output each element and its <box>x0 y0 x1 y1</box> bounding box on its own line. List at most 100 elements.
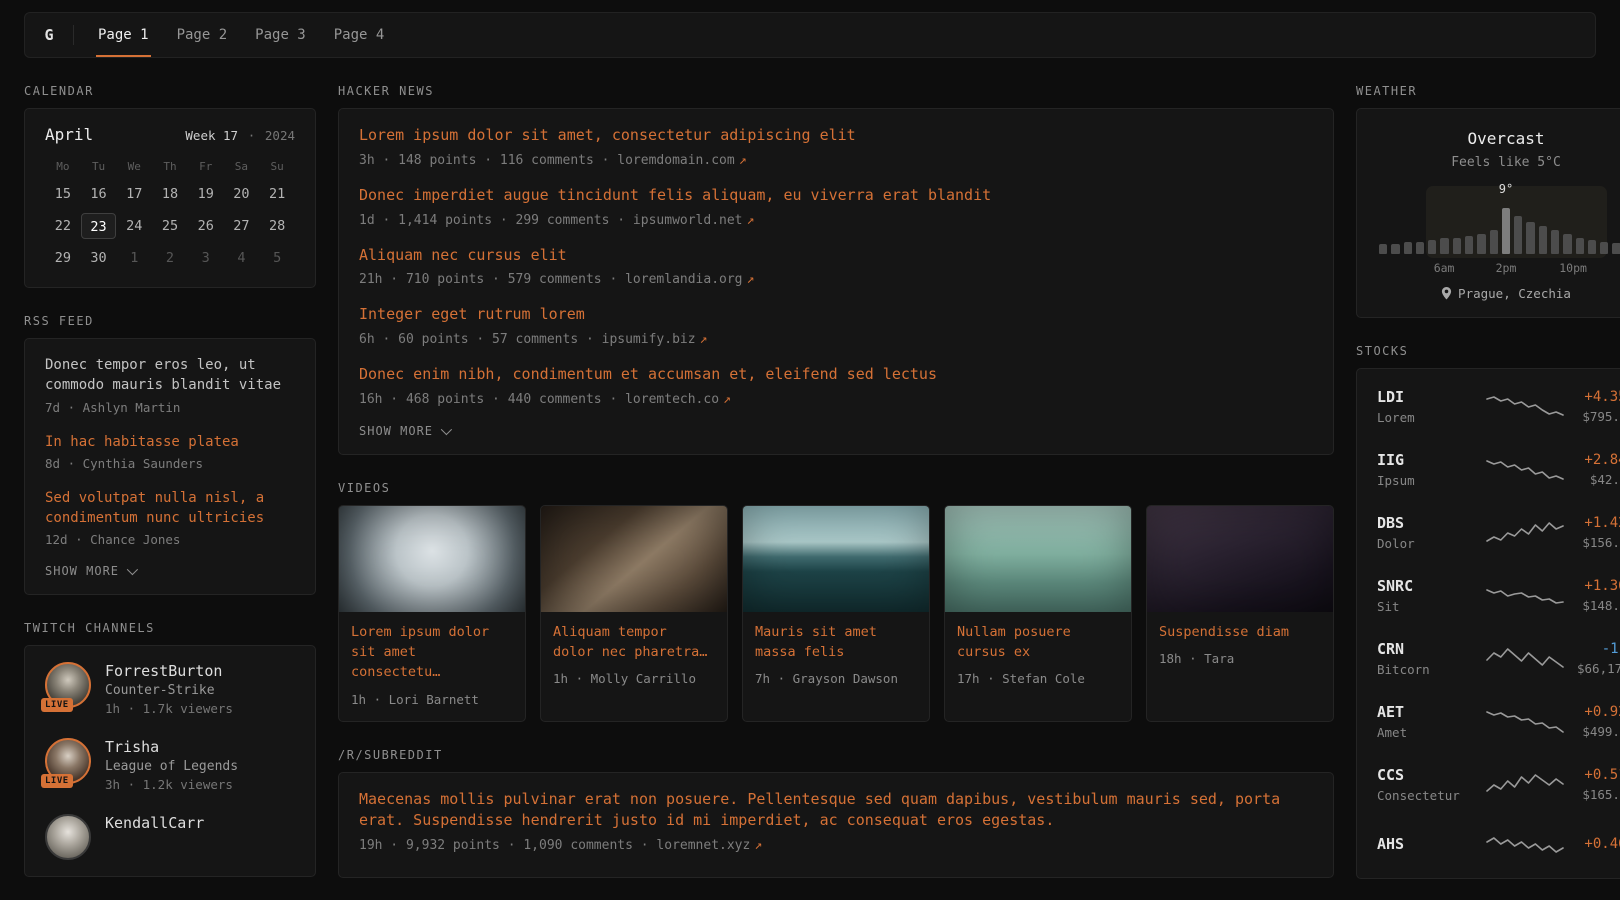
video-thumbnail <box>945 506 1131 612</box>
calendar-day: 19 <box>188 181 224 207</box>
rss-item-title[interactable]: Sed volutpat nulla nisl, a condimentum n… <box>45 488 295 529</box>
weather-bar <box>1490 230 1498 254</box>
tab-page-1[interactable]: Page 1 <box>84 13 163 57</box>
rss-item-title[interactable]: In hac habitasse platea <box>45 432 295 452</box>
stock-row[interactable]: AHS +0.46% <box>1377 816 1620 872</box>
weather-bar <box>1465 236 1473 254</box>
rss-section: RSS FEED Donec tempor eros leo, ut commo… <box>24 314 316 595</box>
stock-sparkline <box>1483 392 1567 422</box>
reddit-item-meta: 19h · 9,932 points · 1,090 comments · lo… <box>359 838 1313 853</box>
video-card[interactable]: Mauris sit amet massa felis 7h · Grayson… <box>742 505 930 722</box>
chevron-down-icon <box>441 424 452 435</box>
weather-bar <box>1551 230 1559 254</box>
channel-name: ForrestBurton <box>105 662 233 680</box>
calendar-day: 15 <box>45 181 81 207</box>
weather-bar <box>1576 238 1584 254</box>
rss-show-more-label: SHOW MORE <box>45 564 119 578</box>
video-meta: 1h · Lori Barnett <box>351 692 513 707</box>
video-card[interactable]: Aliquam tempor dolor nec pharetra… 1h · … <box>540 505 728 722</box>
stock-sparkline <box>1483 644 1567 674</box>
rss-show-more-button[interactable]: SHOW MORE <box>45 564 295 578</box>
calendar-day-selected: 23 <box>81 213 117 239</box>
weather-bar <box>1416 242 1424 254</box>
weather-bar <box>1612 243 1620 254</box>
hn-show-more-button[interactable]: SHOW MORE <box>359 424 1313 438</box>
weather-chart: 9° 6am 2pm 10pm <box>1377 184 1620 276</box>
weather-condition: Overcast <box>1377 129 1620 148</box>
external-link-icon[interactable]: ↗ <box>747 272 755 287</box>
stock-change: +0.46% <box>1577 836 1620 852</box>
hn-item: Donec enim nibh, condimentum et accumsan… <box>359 364 1313 407</box>
rss-item: Sed volutpat nulla nisl, a condimentum n… <box>45 488 295 548</box>
stock-ticker: AET <box>1377 703 1473 721</box>
nav-divider <box>73 25 74 45</box>
calendar-day: 20 <box>224 181 260 207</box>
weather-time: 2pm <box>1496 261 1517 275</box>
calendar-day: 16 <box>81 181 117 207</box>
tab-page-2[interactable]: Page 2 <box>163 13 242 57</box>
weather-bar <box>1502 208 1510 254</box>
weather-bar <box>1539 226 1547 254</box>
dow-su: Su <box>259 160 295 173</box>
hn-item: Donec imperdiet augue tincidunt felis al… <box>359 185 1313 228</box>
external-link-icon[interactable]: ↗ <box>747 213 755 228</box>
rss-item-title[interactable]: Donec tempor eros leo, ut commodo mauris… <box>45 355 295 396</box>
stock-row[interactable]: IIG Ipsum +2.84% $42.04 <box>1377 438 1620 501</box>
weather-bar <box>1514 216 1522 254</box>
tab-page-3[interactable]: Page 3 <box>241 13 320 57</box>
video-card[interactable]: Nullam posuere cursus ex 17h · Stefan Co… <box>944 505 1132 722</box>
video-meta: 7h · Grayson Dawson <box>755 671 917 686</box>
stock-change: -1.00% <box>1577 641 1620 657</box>
right-column: WEATHER Overcast Feels like 5°C 9° 6am 2… <box>1356 84 1620 879</box>
external-link-icon[interactable]: ↗ <box>700 332 708 347</box>
calendar-year: 2024 <box>265 128 295 143</box>
dow-tu: Tu <box>81 160 117 173</box>
stock-sparkline <box>1483 829 1567 859</box>
weather-section: WEATHER Overcast Feels like 5°C 9° 6am 2… <box>1356 84 1620 318</box>
calendar-day: 21 <box>259 181 295 207</box>
video-title: Suspendisse diam <box>1159 622 1321 642</box>
stock-sparkline <box>1483 455 1567 485</box>
tab-page-4[interactable]: Page 4 <box>320 13 399 57</box>
video-title: Aliquam tempor dolor nec pharetra… <box>553 622 715 663</box>
video-card[interactable]: Lorem ipsum dolor sit amet consectetu… 1… <box>338 505 526 722</box>
weather-feels-like: Feels like 5°C <box>1377 155 1620 170</box>
subreddit-section-title: /R/SUBREDDIT <box>338 748 1334 762</box>
hn-item-title[interactable]: Integer eget rutrum lorem <box>359 304 1313 326</box>
external-link-icon[interactable]: ↗ <box>754 838 762 853</box>
stock-price: $156.28 <box>1577 535 1620 550</box>
external-link-icon[interactable]: ↗ <box>739 153 747 168</box>
stock-row[interactable]: LDI Lorem +4.35% $795.18 <box>1377 375 1620 438</box>
hn-item-title[interactable]: Aliquam nec cursus elit <box>359 245 1313 267</box>
stock-name: Sit <box>1377 599 1473 614</box>
stock-row[interactable]: CCS Consectetur +0.51% $165.84 <box>1377 753 1620 816</box>
channel-meta: 1h · 1.7k viewers <box>105 701 233 716</box>
hn-item-title[interactable]: Lorem ipsum dolor sit amet, consectetur … <box>359 125 1313 147</box>
reddit-item-title[interactable]: Maecenas mollis pulvinar erat non posuer… <box>359 789 1313 833</box>
video-card[interactable]: Suspendisse diam 18h · Tara <box>1146 505 1334 722</box>
videos-section-title: VIDEOS <box>338 481 1334 495</box>
stock-row[interactable]: AET Amet +0.92% $499.72 <box>1377 690 1620 753</box>
channel-meta: 3h · 1.2k viewers <box>105 777 238 792</box>
video-thumbnail <box>541 506 727 612</box>
hn-item-meta: 1d · 1,414 points · 299 comments · ipsum… <box>359 213 1313 228</box>
twitch-channel-row[interactable]: KendallCarr <box>45 814 295 860</box>
hn-item-title[interactable]: Donec imperdiet augue tincidunt felis al… <box>359 185 1313 207</box>
calendar-month: April <box>45 125 93 144</box>
video-meta: 1h · Molly Carrillo <box>553 671 715 686</box>
hn-item-title[interactable]: Donec enim nibh, condimentum et accumsan… <box>359 364 1313 386</box>
weather-bar <box>1588 240 1596 254</box>
stock-row[interactable]: SNRC Sit +1.36% $148.64 <box>1377 564 1620 627</box>
stock-name: Ipsum <box>1377 473 1473 488</box>
calendar-year-separator: · <box>248 128 256 143</box>
twitch-channel-row[interactable]: LIVE Trisha League of Legends 3h · 1.2k … <box>45 738 295 792</box>
external-link-icon[interactable]: ↗ <box>723 392 731 407</box>
rss-item-meta: 7d · Ashlyn Martin <box>45 400 295 415</box>
calendar-day-next-month: 3 <box>188 245 224 271</box>
stock-row[interactable]: CRN Bitcorn -1.00% $66,171.48 <box>1377 627 1620 690</box>
twitch-channel-row[interactable]: LIVE ForrestBurton Counter-Strike 1h · 1… <box>45 662 295 716</box>
stock-row[interactable]: DBS Dolor +1.42% $156.28 <box>1377 501 1620 564</box>
rss-item: In hac habitasse platea 8d · Cynthia Sau… <box>45 432 295 471</box>
calendar-card: April Week 17 · 2024 Mo Tu We Th Fr Sa <box>24 108 316 288</box>
stock-ticker: DBS <box>1377 514 1473 532</box>
